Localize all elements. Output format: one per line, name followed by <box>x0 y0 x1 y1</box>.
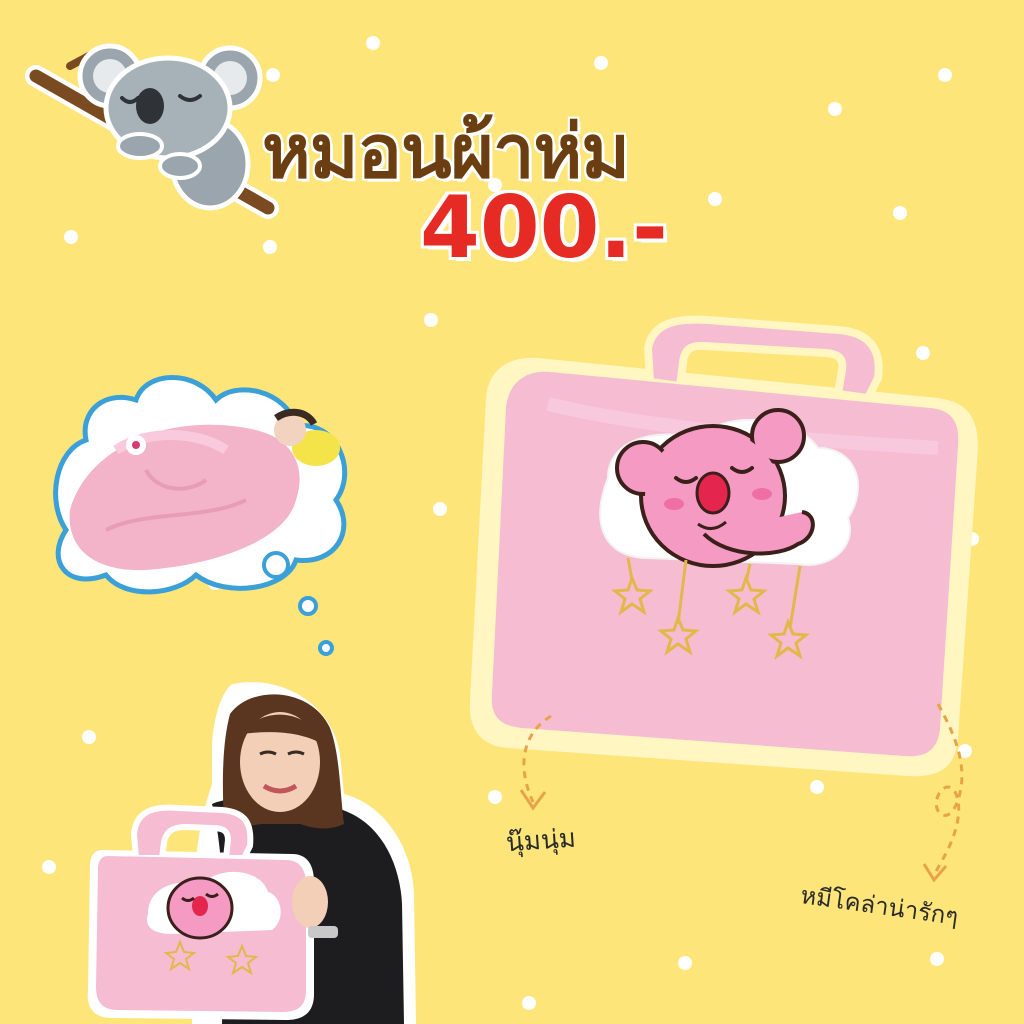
dashed-arrow-icon <box>519 714 552 811</box>
decor-dot <box>488 790 502 804</box>
model-holding-product-image <box>87 682 416 1024</box>
decor-dot <box>522 996 536 1010</box>
decor-dot <box>433 502 447 516</box>
decor-dot <box>893 206 907 220</box>
decor-dot <box>678 956 692 970</box>
product-price: 400.- <box>420 178 668 278</box>
soft-caption: นุ๊มนุ่ม <box>505 823 577 859</box>
koala-on-branch-icon <box>25 43 279 219</box>
decor-dot <box>930 952 944 966</box>
decor-dot <box>708 192 722 206</box>
decor-dot <box>366 36 380 50</box>
decor-dot <box>263 240 277 254</box>
decor-dot <box>828 102 842 116</box>
decor-dot <box>42 860 56 874</box>
decor-dot <box>594 56 608 70</box>
thought-bubble-icon <box>53 375 348 656</box>
dashed-loop-arrow-icon <box>922 703 964 883</box>
decor-dot <box>938 68 952 82</box>
decor-dot <box>64 230 78 244</box>
decor-dot <box>424 313 438 327</box>
